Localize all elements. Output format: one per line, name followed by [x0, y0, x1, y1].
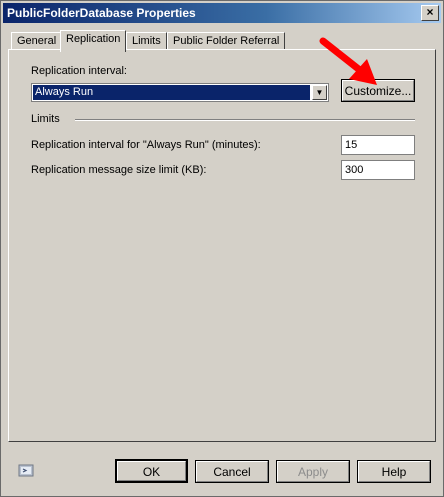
window-title: PublicFolderDatabase Properties — [7, 6, 196, 20]
tab-public-folder-referral[interactable]: Public Folder Referral — [167, 32, 286, 50]
cancel-button[interactable]: Cancel — [195, 460, 269, 483]
replication-interval-dropdown[interactable]: Always Run ▼ — [31, 83, 329, 102]
help-button-label: Help — [381, 465, 407, 479]
message-size-limit-input[interactable]: 300 — [341, 160, 415, 180]
red-arrow-icon — [319, 37, 377, 85]
title-bar[interactable]: PublicFolderDatabase Properties × — [3, 3, 441, 23]
replication-interval-selected: Always Run — [33, 85, 310, 100]
limits-divider — [75, 119, 415, 121]
replication-tab-panel — [8, 49, 436, 442]
cancel-button-label: Cancel — [213, 465, 251, 479]
apply-button-label: Apply — [297, 465, 329, 479]
replication-interval-label: Replication interval: — [31, 65, 127, 77]
ok-button-label: OK — [142, 465, 161, 479]
close-button[interactable]: × — [421, 5, 439, 21]
limits-section-label: Limits — [31, 113, 60, 125]
tab-replication[interactable]: Replication — [60, 30, 127, 52]
tab-general[interactable]: General — [11, 32, 63, 50]
message-size-limit-label: Replication message size limit (KB): — [31, 164, 207, 176]
always-run-interval-label: Replication interval for "Always Run" (m… — [31, 139, 261, 151]
properties-dialog: PublicFolderDatabase Properties × Genera… — [0, 0, 444, 497]
always-run-interval-input[interactable]: 15 — [341, 135, 415, 155]
tab-limits[interactable]: Limits — [126, 32, 167, 50]
help-button[interactable]: Help — [357, 460, 431, 483]
apply-button[interactable]: Apply — [276, 460, 350, 483]
ok-button[interactable]: OK — [115, 459, 188, 483]
shell-command-icon[interactable] — [18, 463, 36, 479]
